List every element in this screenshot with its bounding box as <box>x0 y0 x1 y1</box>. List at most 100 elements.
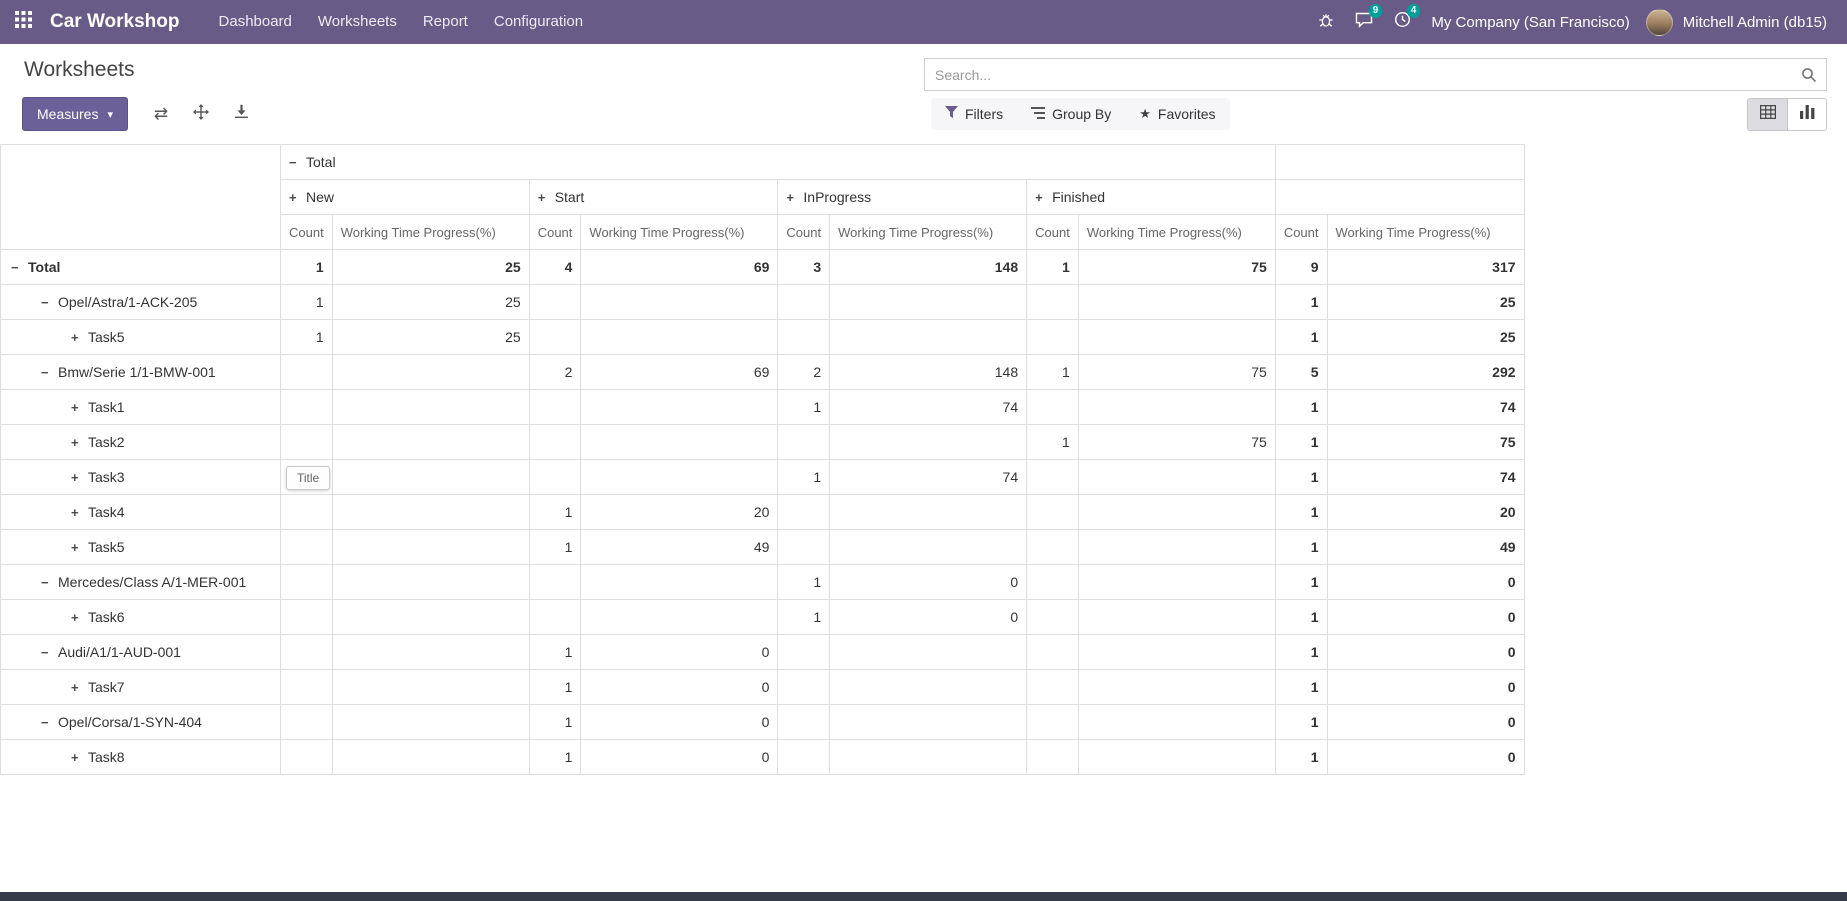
menu-report[interactable]: Report <box>410 0 481 44</box>
pivot-cell: 0 <box>581 635 778 670</box>
pivot-cell: 75 <box>1078 355 1275 390</box>
pivot-cell: 1 <box>778 600 830 635</box>
pivot-measure-header-progress[interactable]: Working Time Progress(%) <box>1327 215 1524 250</box>
flip-axis-button[interactable]: ⇄ <box>144 98 178 130</box>
pivot-row-header[interactable]: +Task3 <box>1 460 281 495</box>
plus-icon[interactable]: + <box>71 435 88 450</box>
pivot-row-header[interactable]: +Task5 <box>1 320 281 355</box>
pivot-cell <box>529 600 581 635</box>
pivot-cell <box>778 635 830 670</box>
pivot-cell: 3 <box>778 250 830 285</box>
pivot-row-header[interactable]: +Task5 <box>1 530 281 565</box>
pivot-row-header[interactable]: +Task6 <box>1 600 281 635</box>
pivot-measure-header-progress[interactable]: Working Time Progress(%) <box>332 215 529 250</box>
pivot-row-header[interactable]: −Opel/Corsa/1-SYN-404 <box>1 705 281 740</box>
pivot-row-header[interactable]: −Mercedes/Class A/1-MER-001 <box>1 565 281 600</box>
graph-view-button[interactable] <box>1787 99 1826 130</box>
pivot-row-header[interactable]: +Task8 <box>1 740 281 775</box>
menu-worksheets[interactable]: Worksheets <box>305 0 410 44</box>
pivot-cell <box>778 425 830 460</box>
minus-icon[interactable]: − <box>289 155 306 170</box>
pivot-row-header[interactable]: +Task7 <box>1 670 281 705</box>
search-input[interactable] <box>925 67 1792 83</box>
pivot-measure-header-count[interactable]: Count <box>529 215 581 250</box>
plus-icon[interactable]: + <box>71 400 88 415</box>
pivot-cell: 1 <box>529 495 581 530</box>
pivot-cell <box>332 670 529 705</box>
pivot-col-header-new[interactable]: +New <box>281 180 530 215</box>
pivot-col-header-inprogress[interactable]: +InProgress <box>778 180 1027 215</box>
pivot-cell: 148 <box>830 250 1027 285</box>
plus-icon[interactable]: + <box>538 190 555 205</box>
pivot-col-header-total[interactable]: −Total <box>281 145 1276 180</box>
plus-icon[interactable]: + <box>71 540 88 555</box>
filters-button[interactable]: Filters <box>931 98 1017 130</box>
plus-icon[interactable]: + <box>71 470 88 485</box>
pivot-cell <box>281 670 333 705</box>
bar-chart-icon <box>1800 105 1815 124</box>
pivot-cell: 5 <box>1275 355 1327 390</box>
menu-dashboard[interactable]: Dashboard <box>206 0 305 44</box>
pivot-col-header-finished[interactable]: +Finished <box>1027 180 1276 215</box>
pivot-row-header[interactable]: −Bmw/Serie 1/1-BMW-001 <box>1 355 281 390</box>
user-menu[interactable]: Mitchell Admin (db15) <box>1673 14 1837 31</box>
pivot-row-header[interactable]: −Total <box>1 250 281 285</box>
minus-icon[interactable]: − <box>41 365 58 380</box>
pivot-measure-header-progress[interactable]: Working Time Progress(%) <box>830 215 1027 250</box>
favorites-button[interactable]: ★ Favorites <box>1125 98 1229 130</box>
pivot-row-header[interactable]: +Task2 <box>1 425 281 460</box>
plus-icon[interactable]: + <box>1035 190 1052 205</box>
avatar[interactable] <box>1646 9 1673 36</box>
search-options: Filters Group By ★ Favorites <box>931 98 1230 130</box>
plus-icon[interactable]: + <box>71 680 88 695</box>
pivot-cell <box>1027 600 1079 635</box>
pivot-row-header[interactable]: +Task1 <box>1 390 281 425</box>
activities-button[interactable]: 4 <box>1383 0 1421 44</box>
pivot-cell <box>1078 460 1275 495</box>
minus-icon[interactable]: − <box>41 645 58 660</box>
pivot-measure-header-count[interactable]: Count <box>1027 215 1079 250</box>
expand-all-button[interactable] <box>184 98 218 130</box>
plus-icon[interactable]: + <box>71 505 88 520</box>
minus-icon[interactable]: − <box>41 715 58 730</box>
pivot-cell: 20 <box>1327 495 1524 530</box>
pivot-measure-header-count[interactable]: Count <box>1275 215 1327 250</box>
plus-icon[interactable]: + <box>786 190 803 205</box>
pivot-row-header[interactable]: −Opel/Astra/1-ACK-205 <box>1 285 281 320</box>
plus-icon[interactable]: + <box>71 610 88 625</box>
pivot-cell <box>1078 705 1275 740</box>
measures-button[interactable]: Measures ▾ <box>22 97 128 131</box>
download-button[interactable] <box>224 98 258 130</box>
plus-icon[interactable]: + <box>71 330 88 345</box>
pivot-cell <box>281 740 333 775</box>
debug-button[interactable] <box>1307 0 1345 44</box>
pivot-cell <box>830 635 1027 670</box>
pivot-row-header[interactable]: −Audi/A1/1-AUD-001 <box>1 635 281 670</box>
pivot-measure-header-count[interactable]: Count <box>778 215 830 250</box>
pivot-view-button[interactable] <box>1748 99 1787 130</box>
pivot-row: −Opel/Corsa/1-SYN-4041010 <box>1 705 1525 740</box>
search-icon[interactable] <box>1792 67 1826 83</box>
minus-icon[interactable]: − <box>41 575 58 590</box>
apps-menu-button[interactable] <box>0 0 46 44</box>
pivot-cell <box>529 460 581 495</box>
messages-button[interactable]: 9 <box>1345 0 1383 44</box>
pivot-cell <box>1027 320 1079 355</box>
plus-icon[interactable]: + <box>71 750 88 765</box>
menu-configuration[interactable]: Configuration <box>481 0 596 44</box>
group-by-button[interactable]: Group By <box>1017 98 1125 130</box>
minus-icon[interactable]: − <box>41 295 58 310</box>
pivot-measure-header-count[interactable]: Count <box>281 215 333 250</box>
pivot-col-header-start[interactable]: +Start <box>529 180 778 215</box>
plus-icon[interactable]: + <box>289 190 306 205</box>
pivot-cell <box>1027 670 1079 705</box>
pivot-measure-header-progress[interactable]: Working Time Progress(%) <box>581 215 778 250</box>
pivot-cell <box>1027 390 1079 425</box>
minus-icon[interactable]: − <box>11 260 28 275</box>
pivot-cell: 0 <box>1327 740 1524 775</box>
company-menu[interactable]: My Company (San Francisco) <box>1421 14 1639 31</box>
pivot-measure-header-progress[interactable]: Working Time Progress(%) <box>1078 215 1275 250</box>
pivot-cell <box>778 495 830 530</box>
messages-badge: 9 <box>1369 4 1383 18</box>
pivot-row-header[interactable]: +Task4 <box>1 495 281 530</box>
